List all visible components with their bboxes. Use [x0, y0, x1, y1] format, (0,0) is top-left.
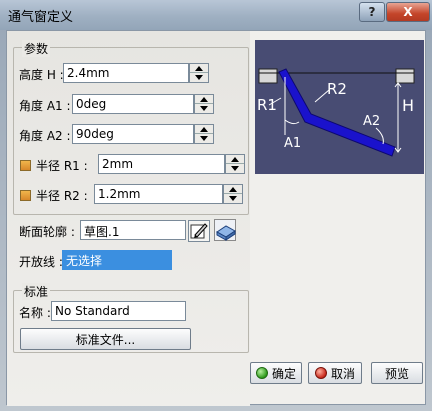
edit-sketch-button[interactable]	[188, 220, 210, 242]
cancel-icon	[314, 367, 327, 379]
r2-text: R2	[327, 80, 347, 98]
standard-name-input[interactable]: No Standard	[51, 301, 186, 321]
dialog-window: 通气窗定义 ? X 参数 高度 H : 2.4mm 角度 A1 : 0deg 角…	[0, 0, 432, 411]
params-group-label: 参数	[22, 40, 51, 57]
ok-icon	[255, 367, 268, 379]
profile-label: 断面轮廓 :	[19, 225, 75, 239]
radius-r1-spinner[interactable]	[225, 154, 245, 174]
spin-up-icon[interactable]	[226, 155, 244, 164]
left-block	[258, 68, 278, 84]
radius-r2-spinner[interactable]	[223, 184, 243, 204]
open-line-selection[interactable]: 无选择	[62, 250, 172, 270]
title-bar[interactable]: 通气窗定义 ? X	[0, 0, 432, 30]
radius-r2-checkbox[interactable]	[20, 190, 31, 201]
angle-a2-label: 角度 A2 :	[19, 129, 71, 143]
angle-a1-spinner[interactable]	[194, 94, 214, 114]
height-label: 高度 H :	[19, 68, 64, 82]
ok-button-label: 确定	[271, 366, 296, 381]
a1-arc	[284, 119, 300, 125]
angle-a1-label: 角度 A1 :	[19, 99, 71, 113]
r1-text: R1	[257, 96, 277, 114]
profile-input[interactable]: 草图.1	[80, 220, 186, 240]
spin-up-icon[interactable]	[190, 64, 208, 73]
radius-r1-input[interactable]: 2mm	[98, 154, 225, 174]
angle-a2-input[interactable]: 90deg	[72, 124, 194, 144]
a2-text: A2	[363, 114, 381, 129]
standard-file-button[interactable]: 标准文件...	[20, 328, 191, 350]
sketch-plane-icon	[216, 225, 236, 241]
window-title: 通气窗定义	[8, 10, 74, 25]
radius-r2-label: 半径 R2 :	[36, 189, 88, 203]
edit-sketch-icon	[190, 223, 208, 239]
standard-name-label: 名称 :	[19, 306, 51, 320]
angle-a2-spinner[interactable]	[194, 124, 214, 144]
help-button[interactable]: ?	[359, 2, 385, 22]
cancel-button-label: 取消	[330, 366, 355, 381]
close-button[interactable]: X	[386, 2, 430, 22]
height-spinner[interactable]	[189, 63, 209, 83]
angle-a1-input[interactable]: 0deg	[72, 94, 194, 114]
spin-down-icon[interactable]	[195, 134, 213, 143]
cancel-button[interactable]: 取消	[308, 362, 362, 384]
height-input[interactable]: 2.4mm	[63, 63, 189, 83]
spin-down-icon[interactable]	[195, 104, 213, 113]
open-line-label: 开放线 :	[19, 255, 63, 269]
sketch-button[interactable]	[214, 219, 236, 241]
radius-r1-checkbox[interactable]	[20, 160, 31, 171]
spin-up-icon[interactable]	[195, 125, 213, 134]
standard-group-label: 标准	[22, 283, 51, 300]
right-block	[395, 68, 415, 84]
preview-button[interactable]: 预览	[371, 362, 423, 384]
ok-button[interactable]: 确定	[250, 362, 302, 384]
spin-down-icon[interactable]	[226, 164, 244, 173]
spin-down-icon[interactable]	[224, 194, 242, 203]
radius-r1-label: 半径 R1 :	[36, 159, 88, 173]
a1-text: A1	[284, 136, 302, 151]
preview-diagram: R1 R2 A1 A2 H	[255, 40, 424, 174]
spin-up-icon[interactable]	[195, 95, 213, 104]
radius-r2-input[interactable]: 1.2mm	[94, 184, 223, 204]
spin-down-icon[interactable]	[190, 73, 208, 82]
h-text: H	[402, 96, 415, 115]
profile-diagram	[258, 68, 415, 157]
spin-up-icon[interactable]	[224, 185, 242, 194]
